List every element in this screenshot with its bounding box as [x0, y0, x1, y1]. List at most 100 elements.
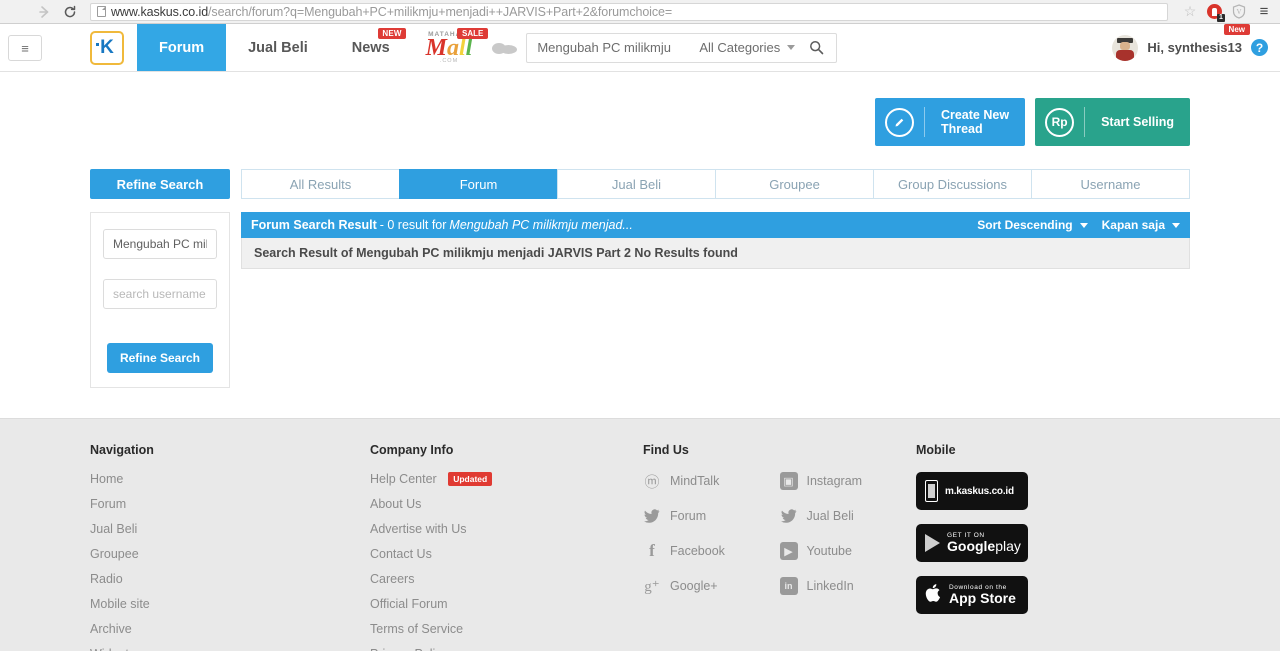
category-select[interactable]: All Categories	[685, 40, 801, 55]
phone-icon	[925, 480, 938, 502]
search-icon[interactable]	[801, 40, 836, 55]
mindtalk-icon: ⓜ	[644, 473, 660, 491]
reload-icon[interactable]	[60, 2, 80, 22]
nav-item-news[interactable]: News NEW	[330, 24, 412, 71]
create-new-thread-button[interactable]: Create New Thread	[874, 98, 1026, 146]
social-link-twitter-jual-beli-label: Jual Beli	[806, 509, 854, 523]
nav-item-forum[interactable]: Forum	[137, 24, 227, 71]
refine-search-button[interactable]: Refine Search	[106, 343, 214, 373]
create-new-thread-label: Create New Thread	[925, 108, 1025, 137]
google-play-badge[interactable]: GET IT ON Googleplay	[916, 524, 1028, 562]
footer-link-groupee[interactable]: Groupee	[90, 547, 370, 561]
refine-username-input[interactable]	[103, 279, 217, 309]
footer-link-advertise[interactable]: Advertise with Us	[370, 522, 643, 536]
sidebar-menu-toggle[interactable]: ≡	[8, 35, 42, 61]
content-row: Refine Search Forum Search Result - 0 re…	[90, 212, 1190, 388]
search-result-query: Mengubah PC milikmju menjad...	[449, 218, 633, 232]
help-icon[interactable]: ?	[1251, 39, 1268, 56]
news-new-badge: NEW	[378, 28, 406, 39]
mobile-site-badge[interactable]: m.kaskus.co.id	[916, 472, 1028, 510]
search-box: All Categories	[526, 32, 838, 63]
adblock-count-badge: 1	[1217, 14, 1225, 22]
footer-navigation-title: Navigation	[90, 443, 154, 457]
address-bar[interactable]: www.kaskus.co.id/search/forum?q=Mengubah…	[90, 2, 1168, 21]
social-link-facebook[interactable]: f Facebook	[643, 541, 780, 560]
time-filter-dropdown[interactable]: Kapan saja	[1102, 218, 1180, 232]
footer-link-archive[interactable]: Archive	[90, 622, 370, 636]
google-play-big-text: Googleplay	[947, 539, 1021, 554]
rupiah-glyph: Rp	[1045, 107, 1075, 137]
googleplus-icon: g⁺	[644, 578, 660, 595]
url-text: www.kaskus.co.id/search/forum?q=Mengubah…	[111, 5, 672, 19]
refine-search-panel: Refine Search	[90, 212, 230, 388]
mall-sale-badge: SALE	[456, 28, 489, 39]
app-store-badge-text: Download on the App Store	[949, 584, 1016, 606]
footer-link-mobile-site[interactable]: Mobile site	[90, 597, 370, 611]
footer-column-mobile: Mobile m.kaskus.co.id GET IT ON Googlepl…	[916, 443, 1190, 651]
footer-link-jual-beli[interactable]: Jual Beli	[90, 522, 370, 536]
footer-find-us-title: Find Us	[643, 443, 689, 457]
footer-grid: Navigation Home Forum Jual Beli Groupee …	[90, 443, 1190, 651]
user-greeting[interactable]: Hi, synthesis13 New	[1147, 24, 1250, 55]
nav-item-jual-beli[interactable]: Jual Beli	[226, 24, 330, 71]
kaskus-logo[interactable]: K	[90, 31, 124, 65]
browser-menu-icon[interactable]: ≡	[1256, 3, 1272, 20]
back-arrow-icon[interactable]: back-arrow-icon	[8, 2, 28, 22]
footer-link-terms[interactable]: Terms of Service	[370, 622, 643, 636]
social-link-twitter-forum[interactable]: Forum	[643, 507, 780, 525]
footer-link-widget[interactable]: Widget	[90, 647, 370, 651]
footer-link-radio[interactable]: Radio	[90, 572, 370, 586]
social-link-linkedin[interactable]: in LinkedIn	[779, 577, 917, 595]
footer-link-careers[interactable]: Careers	[370, 572, 643, 586]
tab-forum[interactable]: Forum	[399, 169, 557, 199]
social-link-googleplus[interactable]: g⁺ Google+	[643, 577, 780, 595]
social-link-mindtalk[interactable]: ⓜ MindTalk	[643, 472, 780, 491]
search-result-controls: Sort Descending Kapan saja	[977, 218, 1180, 232]
tab-groupee[interactable]: Groupee	[715, 169, 873, 199]
site-header: ≡ K Forum Jual Beli News NEW MATAHARI Ma…	[0, 24, 1280, 72]
kaskus-logo-letter: K	[96, 37, 114, 58]
apple-icon	[925, 583, 942, 607]
social-link-googleplus-label: Google+	[670, 579, 718, 593]
search-results: Forum Search Result - 0 result for Mengu…	[241, 212, 1190, 269]
adblock-icon[interactable]: 1	[1207, 4, 1225, 22]
user-new-badge: New	[1223, 24, 1250, 35]
app-store-badge[interactable]: Download on the App Store	[916, 576, 1028, 614]
forward-arrow-icon[interactable]	[34, 2, 54, 22]
sort-dropdown[interactable]: Sort Descending	[977, 218, 1088, 232]
footer-mobile-title: Mobile	[916, 443, 956, 457]
footer-link-contact-us[interactable]: Contact Us	[370, 547, 643, 561]
start-selling-button[interactable]: Rp Start Selling	[1035, 98, 1190, 146]
mataharimall-logo[interactable]: MATAHARI Mall .COM SALE	[412, 24, 489, 71]
footer-link-forum[interactable]: Forum	[90, 497, 370, 511]
cta-thread-line1: Create New	[940, 107, 1010, 122]
twitter-icon	[780, 507, 798, 525]
footer-link-about-us[interactable]: About Us	[370, 497, 643, 511]
footer-link-home[interactable]: Home	[90, 472, 370, 486]
footer-link-official-forum[interactable]: Official Forum	[370, 597, 643, 611]
refine-search-tab[interactable]: Refine Search	[90, 169, 230, 199]
bookmark-star-icon[interactable]: ☆	[1182, 3, 1198, 20]
google-play-badge-text: GET IT ON Googleplay	[947, 532, 1021, 554]
social-link-youtube[interactable]: ▶ Youtube	[779, 542, 917, 560]
tab-jual-beli[interactable]: Jual Beli	[557, 169, 715, 199]
google-play-bold: Google	[947, 538, 996, 555]
shield-extension-icon[interactable]: V	[1231, 4, 1247, 20]
search-result-title: Forum Search Result	[251, 218, 377, 232]
search-result-header: Forum Search Result - 0 result for Mengu…	[241, 212, 1190, 238]
twitter-icon	[643, 507, 661, 525]
avatar[interactable]	[1112, 34, 1139, 61]
search-input[interactable]	[527, 40, 686, 55]
chevron-down-icon	[1172, 222, 1180, 228]
tab-username[interactable]: Username	[1031, 169, 1190, 199]
footer-link-privacy[interactable]: Privacy Policy	[370, 647, 643, 651]
tab-all-results[interactable]: All Results	[241, 169, 399, 199]
social-link-instagram[interactable]: ▣ Instagram	[779, 472, 917, 490]
facebook-icon: f	[649, 541, 655, 560]
page-body: Create New Thread Rp Start Selling Refin…	[0, 72, 1280, 418]
footer-link-help-center[interactable]: Help Center Updated	[370, 472, 643, 486]
chevron-down-icon	[1079, 222, 1088, 228]
tab-group-discussions[interactable]: Group Discussions	[873, 169, 1031, 199]
social-link-twitter-jual-beli[interactable]: Jual Beli	[780, 507, 917, 525]
refine-keyword-input[interactable]	[103, 229, 217, 259]
